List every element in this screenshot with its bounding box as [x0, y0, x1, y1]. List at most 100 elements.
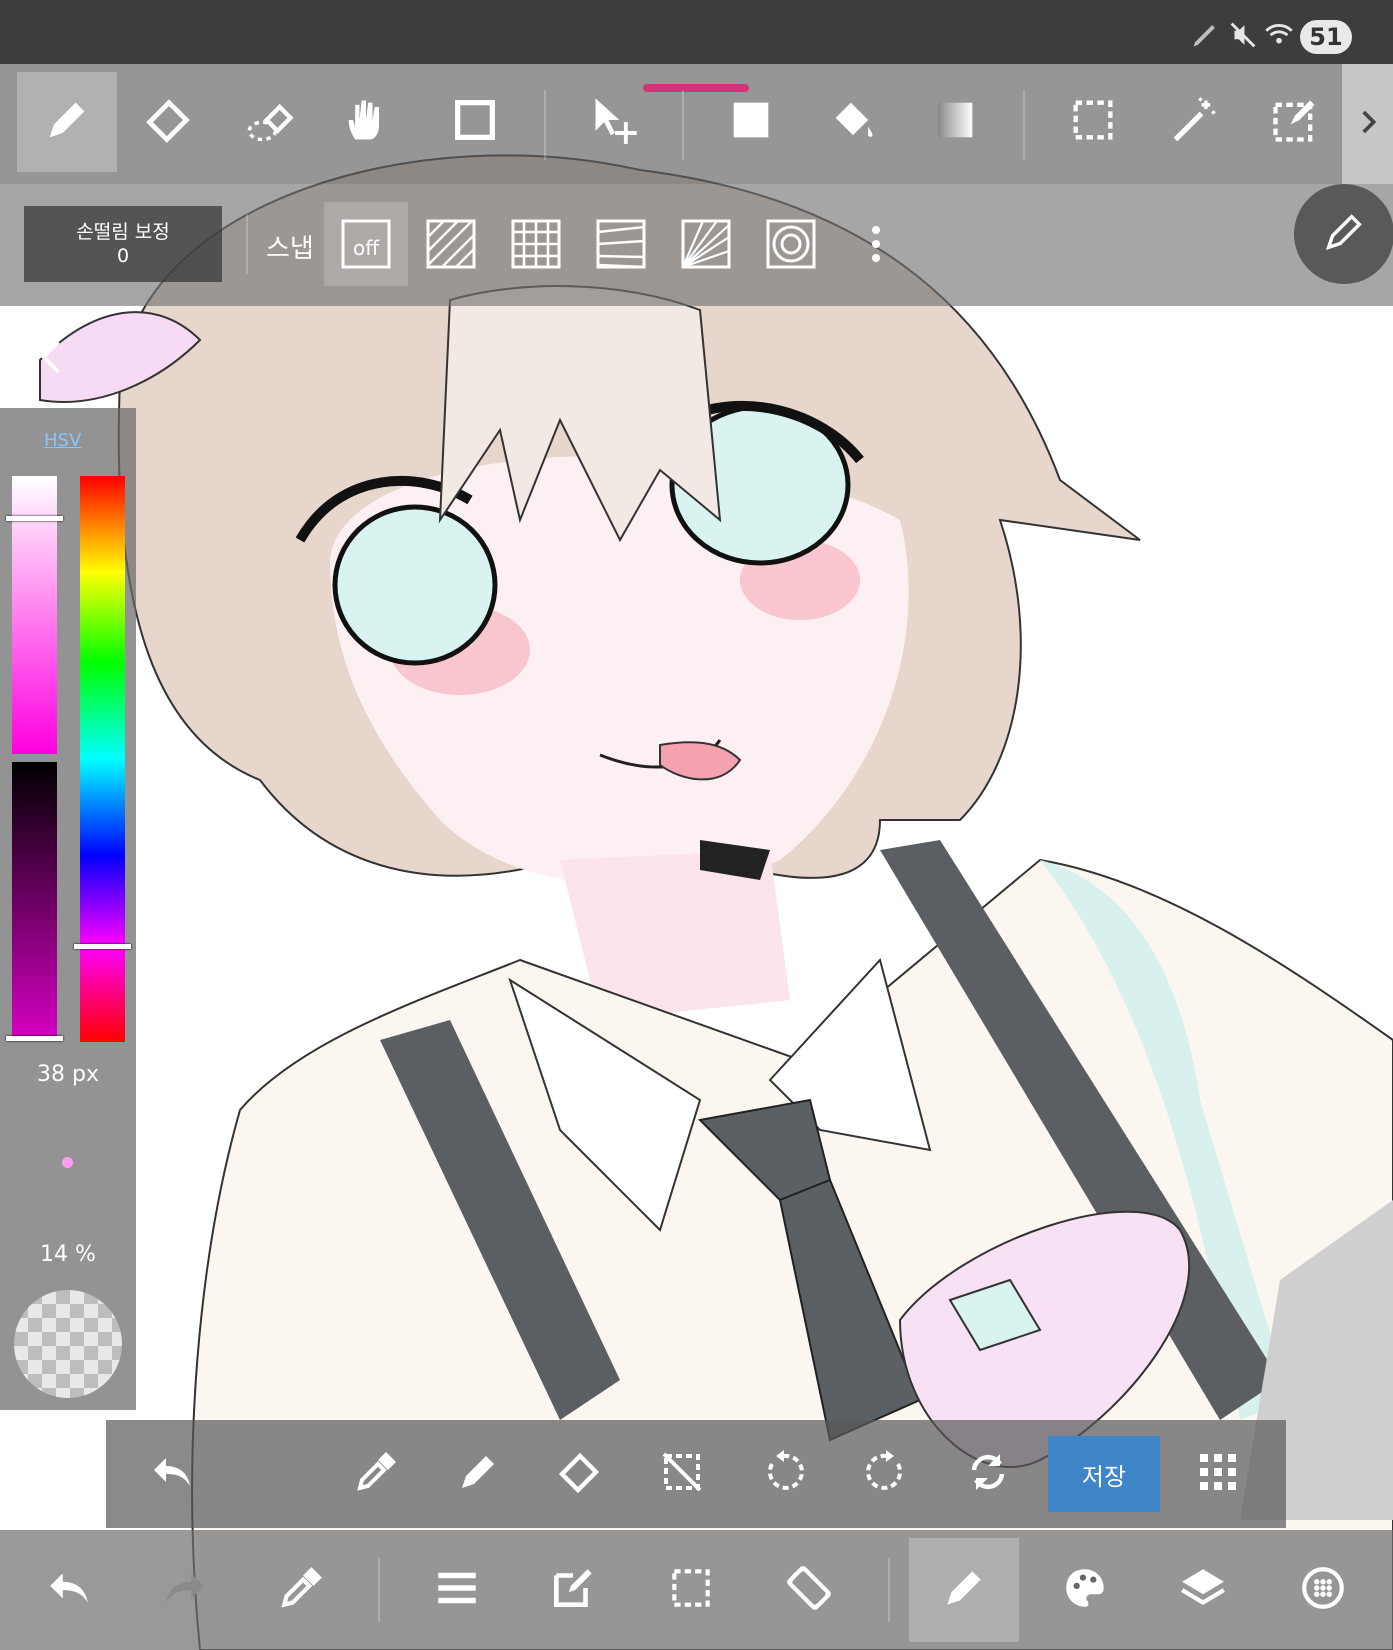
- brush-settings-fab[interactable]: [1294, 184, 1393, 284]
- hand-icon: [340, 94, 392, 150]
- edit-button[interactable]: [518, 1538, 628, 1642]
- opacity-preview[interactable]: [14, 1290, 122, 1398]
- redo-icon: [160, 1563, 210, 1617]
- bottom-separator: [378, 1558, 380, 1622]
- paint-bucket-icon: [827, 94, 879, 150]
- flip-icon: [964, 1448, 1012, 1500]
- pen-icon: [1188, 18, 1222, 52]
- grid-snap-icon: [511, 219, 561, 269]
- toolbar-separator: [1023, 90, 1025, 160]
- eyedropper-icon: [352, 1448, 400, 1500]
- gradient-icon: [929, 94, 981, 150]
- select-pen-icon: [1269, 94, 1321, 150]
- status-bar: [0, 0, 1393, 64]
- hue-marker[interactable]: [74, 944, 131, 949]
- brush-icon: [939, 1563, 989, 1617]
- perspective-snap-icon: [596, 219, 646, 269]
- stabilizer-value: 0: [116, 245, 130, 267]
- quick-eraser-button[interactable]: [540, 1434, 620, 1514]
- hue-slider[interactable]: [80, 476, 125, 1042]
- quick-pencil-button[interactable]: [438, 1434, 518, 1514]
- select-tool-button[interactable]: [1043, 72, 1143, 172]
- layers-button[interactable]: [1148, 1538, 1258, 1642]
- opacity-label[interactable]: 14 %: [0, 1242, 136, 1267]
- saturation-marker[interactable]: [6, 516, 63, 521]
- bottom-separator: [888, 1558, 890, 1622]
- snap-circle-button[interactable]: [749, 202, 833, 286]
- rotate-right-icon: [862, 1448, 910, 1500]
- chevron-right-icon: [1351, 105, 1385, 143]
- pencil-icon: [41, 94, 93, 150]
- snap-grid-button[interactable]: [494, 202, 578, 286]
- snap-off-label: off: [353, 236, 380, 260]
- hand-tool-button[interactable]: [316, 72, 416, 172]
- more-tools-button[interactable]: [1342, 64, 1393, 184]
- edit-icon: [548, 1563, 598, 1617]
- quick-bar-settings-button[interactable]: [1178, 1434, 1258, 1514]
- hsv-tab[interactable]: HSV: [44, 430, 81, 451]
- eraser-tool-button[interactable]: [119, 72, 219, 172]
- rotate-left-icon: [760, 1448, 808, 1500]
- fill-tool-button[interactable]: [701, 72, 801, 172]
- save-button[interactable]: 저장: [1048, 1436, 1160, 1512]
- palette-button[interactable]: [1030, 1538, 1140, 1642]
- radial-snap-icon: [681, 219, 731, 269]
- undo-button[interactable]: [14, 1538, 124, 1642]
- snap-perspective-button[interactable]: [579, 202, 663, 286]
- quick-undo-button[interactable]: [132, 1434, 212, 1514]
- collapse-panel-button[interactable]: [36, 332, 66, 382]
- value-marker[interactable]: [6, 1036, 63, 1041]
- bucket-tool-button[interactable]: [803, 72, 903, 172]
- toolbar-separator: [682, 90, 684, 160]
- mute-icon: [1226, 18, 1260, 52]
- eyedropper-icon: [276, 1563, 326, 1617]
- snap-parallel-button[interactable]: [409, 202, 493, 286]
- dashed-rect-icon: [1067, 94, 1119, 150]
- brush-button[interactable]: [909, 1538, 1019, 1642]
- redo-button[interactable]: [130, 1538, 240, 1642]
- option-separator: [246, 214, 248, 274]
- eraser-icon: [143, 94, 195, 150]
- material-icon: [1298, 1563, 1348, 1617]
- move-cursor-icon: [589, 94, 641, 150]
- battery-indicator: 51: [1300, 20, 1352, 54]
- rotate-screen-icon: [784, 1563, 834, 1617]
- blur-eraser-icon: [245, 94, 297, 150]
- vertical-dots-icon: [872, 226, 880, 262]
- deselect-icon: [658, 1448, 706, 1500]
- stabilizer-button[interactable]: 손떨림 보정 0: [24, 206, 222, 282]
- brush-tool-button[interactable]: [17, 72, 117, 172]
- filled-square-icon: [725, 94, 777, 150]
- snap-off-button[interactable]: off: [324, 202, 408, 286]
- selection-button[interactable]: [636, 1538, 746, 1642]
- value-gradient[interactable]: [12, 762, 57, 1040]
- brush-size-label[interactable]: 38 px: [0, 1062, 136, 1087]
- quick-flip-button[interactable]: [948, 1434, 1028, 1514]
- select-pen-tool-button[interactable]: [1245, 72, 1345, 172]
- shape-tool-button[interactable]: [425, 72, 525, 172]
- undo-icon: [148, 1448, 196, 1500]
- brush-size-preview: [62, 1157, 73, 1168]
- eyedropper-button[interactable]: [246, 1538, 356, 1642]
- snap-more-button[interactable]: [834, 202, 918, 286]
- move-tool-button[interactable]: [565, 72, 665, 172]
- palette-icon: [1060, 1563, 1110, 1617]
- menu-button[interactable]: [402, 1538, 512, 1642]
- magic-wand-tool-button[interactable]: [1145, 72, 1245, 172]
- blur-tool-button[interactable]: [221, 72, 321, 172]
- parallel-snap-icon: [426, 219, 476, 269]
- quick-eyedropper-button[interactable]: [336, 1434, 416, 1514]
- gradient-tool-button[interactable]: [905, 72, 1005, 172]
- eraser-icon: [556, 1448, 604, 1500]
- wifi-icon: [1262, 18, 1296, 52]
- toolbar-separator: [544, 90, 546, 160]
- quick-rotate-right-button[interactable]: [846, 1434, 926, 1514]
- menu-icon: [432, 1563, 482, 1617]
- grid-dots-icon: [1194, 1448, 1242, 1500]
- material-button[interactable]: [1268, 1538, 1378, 1642]
- quick-deselect-button[interactable]: [642, 1434, 722, 1514]
- snap-radial-button[interactable]: [664, 202, 748, 286]
- rotate-screen-button[interactable]: [754, 1538, 864, 1642]
- quick-rotate-left-button[interactable]: [744, 1434, 824, 1514]
- undo-icon: [44, 1563, 94, 1617]
